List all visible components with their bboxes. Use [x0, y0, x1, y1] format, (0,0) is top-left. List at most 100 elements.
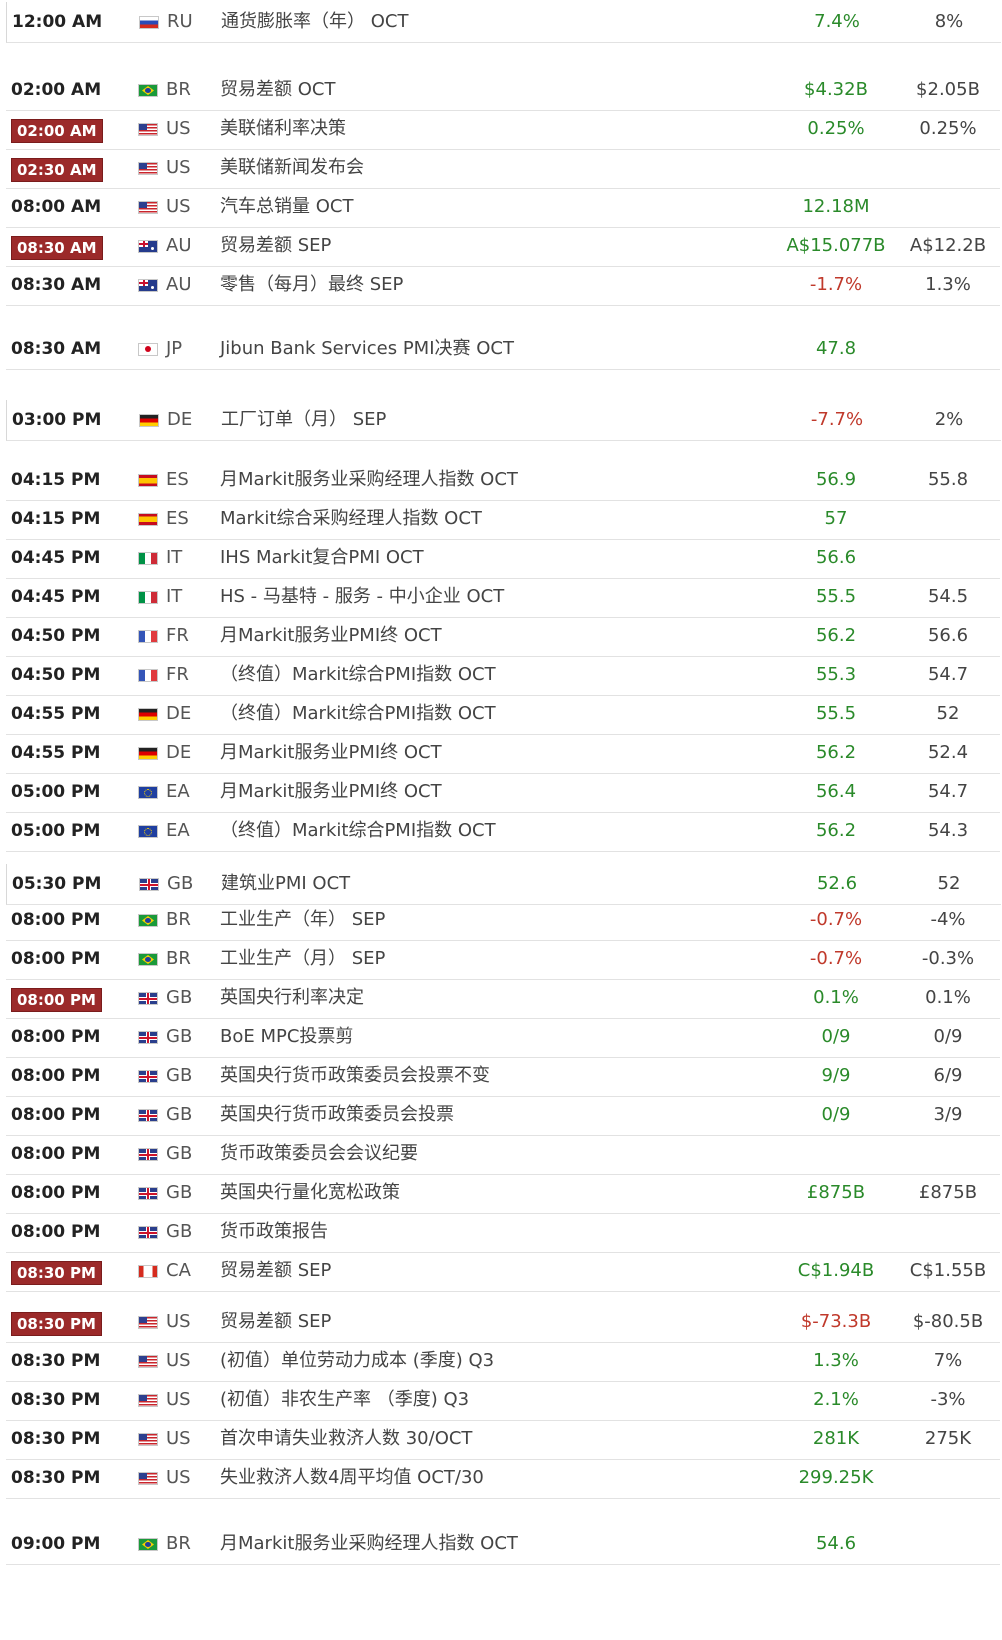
calendar-row[interactable]: 04:55 PM DE 月Markit服务业PMI终 OCT 56.2 52.4 [6, 733, 1000, 774]
event-name[interactable]: Markit综合采购经理人指数 OCT [220, 499, 482, 539]
calendar-row[interactable]: 08:30 PM US 贸易差额 SEP $-73.3B $-80.5B [6, 1302, 1000, 1343]
calendar-row[interactable]: 05:00 PM EA 月Markit服务业PMI终 OCT 56.4 54.7 [6, 772, 1000, 813]
calendar-row[interactable]: 04:50 PM FR （终值）Markit综合PMI指数 OCT 55.3 54.7 [6, 655, 1000, 696]
calendar-row[interactable]: 09:00 PM BR 月Markit服务业采购经理人指数 OCT 54.6 [6, 1524, 1000, 1565]
time-label: 04:55 PM [11, 743, 101, 763]
event-name[interactable]: （终值）Markit综合PMI指数 OCT [220, 694, 496, 734]
event-name[interactable]: 工厂订单（月） SEP [221, 400, 386, 440]
time-label: 04:15 PM [11, 509, 101, 529]
gb-flag-icon [138, 1070, 158, 1083]
calendar-row[interactable]: 04:15 PM ES 月Markit服务业采购经理人指数 OCT 56.9 55.8 [6, 460, 1000, 501]
calendar-row[interactable]: 04:45 PM IT HS - 马基特 - 服务 - 中小企业 OCT 55.5 54… [6, 577, 1000, 618]
event-name[interactable]: (初值）单位劳动力成本 (季度) Q3 [220, 1341, 494, 1381]
calendar-row[interactable]: 08:00 AM US 汽车总销量 OCT 12.18M [6, 187, 1000, 228]
event-name[interactable]: 汽车总销量 OCT [220, 187, 353, 227]
event-name[interactable]: 英国央行货币政策委员会投票不变 [220, 1056, 490, 1096]
previous-value [898, 148, 998, 188]
time-label: 04:50 PM [11, 665, 101, 685]
event-name[interactable]: 月Markit服务业采购经理人指数 OCT [220, 460, 518, 500]
actual-value: -7.7% [810, 409, 864, 430]
calendar-row[interactable]: 08:30 PM US (初值）非农生产率 （季度) Q3 2.1% -3% [6, 1380, 1000, 1421]
event-name[interactable]: HS - 马基特 - 服务 - 中小企业 OCT [220, 577, 504, 617]
calendar-row[interactable]: 04:55 PM DE （终值）Markit综合PMI指数 OCT 55.5 52 [6, 694, 1000, 735]
calendar-row[interactable]: 08:00 PM BR 工业生产（年） SEP -0.7% -4% [6, 900, 1000, 941]
event-name[interactable]: 月Markit服务业PMI终 OCT [220, 733, 442, 773]
calendar-row[interactable]: 08:00 PM GB 货币政策报告 [6, 1212, 1000, 1253]
country-code: DE [167, 409, 193, 430]
calendar-row[interactable]: 04:50 PM FR 月Markit服务业PMI终 OCT 56.2 56.6 [6, 616, 1000, 657]
previous-value: 3/9 [933, 1104, 963, 1125]
actual-value: 9/9 [821, 1065, 851, 1086]
calendar-row[interactable]: 08:00 PM GB 英国央行利率决定 0.1% 0.1% [6, 978, 1000, 1019]
event-name[interactable]: 英国央行利率决定 [220, 978, 364, 1018]
calendar-row[interactable]: 02:00 AM BR 贸易差额 OCT $4.32B $2.05B [6, 70, 1000, 111]
event-name[interactable]: 货币政策委员会会议纪要 [220, 1134, 418, 1174]
previous-value: A$12.2B [909, 235, 987, 256]
calendar-row[interactable]: 08:30 PM US (初值）单位劳动力成本 (季度) Q3 1.3% 7% [6, 1341, 1000, 1382]
actual-value: 52.6 [816, 873, 858, 894]
calendar-row[interactable]: 05:30 PM GB 建筑业PMI OCT 52.6 52 [6, 864, 1001, 905]
calendar-row[interactable]: 08:00 PM BR 工业生产（月） SEP -0.7% -0.3% [6, 939, 1000, 980]
event-name[interactable]: （终值）Markit综合PMI指数 OCT [220, 655, 496, 695]
calendar-row[interactable]: 08:30 PM US 首次申请失业救济人数 30/OCT 281K 275K [6, 1419, 1000, 1460]
previous-value: 55.8 [927, 469, 969, 490]
calendar-row[interactable]: 08:30 AM AU 贸易差额 SEP A$15.077B A$12.2B [6, 226, 1000, 267]
event-name[interactable]: 贸易差额 SEP [220, 226, 331, 266]
event-name[interactable]: 货币政策报告 [220, 1212, 328, 1252]
event-name[interactable]: BoE MPC投票剪 [220, 1017, 353, 1057]
event-name[interactable]: Jibun Bank Services PMI决赛 OCT [220, 329, 514, 369]
calendar-row[interactable]: 08:00 PM GB 货币政策委员会会议纪要 [6, 1134, 1000, 1175]
actual-value: 0.25% [807, 118, 865, 139]
calendar-row[interactable]: 08:00 PM GB 英国央行量化宽松政策 £875B £875B [6, 1173, 1000, 1214]
calendar-row[interactable]: 08:30 AM AU 零售（每月）最终 SEP -1.7% 1.3% [6, 265, 1000, 306]
calendar-row[interactable]: 12:00 AM RU 通货膨胀率（年） OCT 7.4% 8% [6, 2, 1001, 43]
actual-value: -1.7% [809, 274, 863, 295]
event-name[interactable]: 贸易差额 OCT [220, 70, 335, 110]
event-name[interactable]: 首次申请失业救济人数 30/OCT [220, 1419, 472, 1459]
event-name[interactable]: 英国央行量化宽松政策 [220, 1173, 400, 1213]
calendar-row[interactable]: 08:00 PM GB 英国央行货币政策委员会投票 0/9 3/9 [6, 1095, 1000, 1136]
calendar-row[interactable]: 03:00 PM DE 工厂订单（月） SEP -7.7% 2% [6, 400, 1001, 441]
calendar-row[interactable]: 08:30 PM CA 贸易差额 SEP C$1.94B C$1.55B [6, 1251, 1000, 1292]
actual-value: -0.7% [809, 948, 863, 969]
event-name[interactable]: 美联储利率决策 [220, 109, 346, 149]
event-name[interactable]: 贸易差额 SEP [220, 1302, 331, 1342]
event-name[interactable]: 通货膨胀率（年） OCT [221, 2, 408, 42]
actual-value: 55.5 [815, 586, 857, 607]
event-name[interactable]: （终值）Markit综合PMI指数 OCT [220, 811, 496, 851]
event-name[interactable]: (初值）非农生产率 （季度) Q3 [220, 1380, 469, 1420]
calendar-row[interactable]: 08:30 AM JP Jibun Bank Services PMI决赛 OCT 4… [6, 329, 1000, 370]
actual-value: £875B [806, 1182, 866, 1203]
event-name[interactable]: 美联储新闻发布会 [220, 148, 364, 188]
event-name[interactable]: 月Markit服务业PMI终 OCT [220, 616, 442, 656]
event-name[interactable]: IHS Markit复合PMI OCT [220, 538, 424, 578]
event-name[interactable]: 建筑业PMI OCT [221, 864, 350, 904]
event-name[interactable]: 英国央行货币政策委员会投票 [220, 1095, 454, 1135]
event-name[interactable]: 工业生产（年） SEP [220, 900, 385, 940]
previous-value [898, 1134, 998, 1174]
country-code: DE [166, 703, 192, 724]
actual-value: C$1.94B [797, 1260, 875, 1281]
time-label: 08:30 PM [11, 1390, 101, 1410]
previous-value: £875B [918, 1182, 978, 1203]
calendar-row[interactable]: 08:00 PM GB 英国央行货币政策委员会投票不变 9/9 6/9 [6, 1056, 1000, 1097]
event-name[interactable]: 工业生产（月） SEP [220, 939, 385, 979]
calendar-row[interactable]: 02:00 AM US 美联储利率决策 0.25% 0.25% [6, 109, 1000, 150]
event-name[interactable]: 月Markit服务业PMI终 OCT [220, 772, 442, 812]
calendar-row[interactable]: 02:30 AM US 美联储新闻发布会 [6, 148, 1000, 189]
calendar-row[interactable]: 04:15 PM ES Markit综合采购经理人指数 OCT 57 [6, 499, 1000, 540]
previous-value: 0/9 [933, 1026, 963, 1047]
event-name[interactable]: 失业救济人数4周平均值 OCT/30 [220, 1458, 484, 1498]
fr-flag-icon [138, 630, 158, 643]
time-label: 08:00 PM [11, 1027, 101, 1047]
event-name[interactable]: 零售（每月）最终 SEP [220, 265, 403, 305]
calendar-row[interactable]: 08:30 PM US 失业救济人数4周平均值 OCT/30 299.25K [6, 1458, 1000, 1499]
time-label: 09:00 PM [11, 1534, 101, 1554]
calendar-row[interactable]: 04:45 PM IT IHS Markit复合PMI OCT 56.6 [6, 538, 1000, 579]
event-name[interactable]: 贸易差额 SEP [220, 1251, 331, 1291]
event-name[interactable]: 月Markit服务业采购经理人指数 OCT [220, 1524, 518, 1564]
previous-value [898, 499, 998, 539]
time-label: 08:00 PM [11, 949, 101, 969]
calendar-row[interactable]: 08:00 PM GB BoE MPC投票剪 0/9 0/9 [6, 1017, 1000, 1058]
calendar-row[interactable]: 05:00 PM EA （终值）Markit综合PMI指数 OCT 56.2 54.3 [6, 811, 1000, 852]
